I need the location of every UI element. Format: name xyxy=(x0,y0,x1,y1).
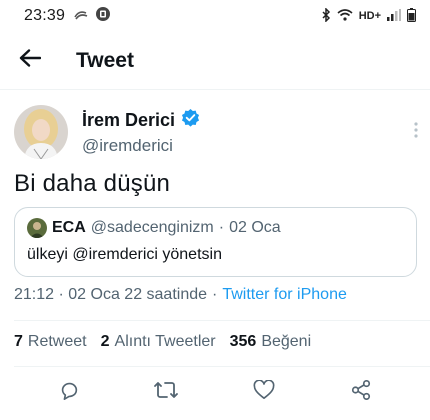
quoted-tweet-card[interactable]: ECA @sadecenginizm · 02 Oca ülkeyi @irem… xyxy=(14,207,417,277)
share-button[interactable] xyxy=(339,372,383,412)
timestamp-separator: · xyxy=(212,286,218,303)
header-bar: Tweet xyxy=(0,32,430,90)
cloud-icon xyxy=(73,7,89,25)
quotes-stat[interactable]: 2 Alıntı Tweetler xyxy=(101,333,216,351)
reply-button[interactable] xyxy=(47,372,91,412)
quotes-label: Alıntı Tweetler xyxy=(114,333,216,350)
status-time: 23:39 xyxy=(24,7,66,24)
quote-separator: · xyxy=(218,219,225,236)
source-link[interactable]: Twitter for iPhone xyxy=(222,286,347,304)
bluetooth-icon xyxy=(321,6,331,25)
quote-text: ülkeyi @iremderici yönetsin xyxy=(27,246,222,263)
arrow-left-icon xyxy=(19,49,42,72)
quote-header: ECA @sadecenginizm · 02 Oca xyxy=(27,218,404,238)
reply-icon xyxy=(58,379,80,406)
likes-count: 356 xyxy=(229,333,257,350)
quotes-count: 2 xyxy=(100,333,110,350)
author-name[interactable]: İrem Derici xyxy=(82,110,175,131)
tweet-timestamp: 21:12 · 02 Oca 22 saatinde · Twitter for… xyxy=(14,286,347,304)
retweets-stat[interactable]: 7 Retweet xyxy=(14,333,87,351)
battery-icon xyxy=(407,7,416,25)
retweets-count: 7 xyxy=(14,333,23,350)
signal-icon xyxy=(387,8,401,24)
status-right-icons: HD+ xyxy=(321,6,416,25)
status-bar: 23:39 HD+ xyxy=(0,0,430,32)
page-title: Tweet xyxy=(76,48,134,72)
retweet-button[interactable] xyxy=(144,372,188,412)
retweet-icon xyxy=(154,379,179,406)
share-icon xyxy=(350,379,372,406)
tweet-author: İrem Derici @iremderici xyxy=(14,102,424,162)
author-text: İrem Derici @iremderici xyxy=(82,108,200,156)
author-handle[interactable]: @iremderici xyxy=(82,136,200,156)
quote-author-name: ECA xyxy=(52,219,86,236)
tweet-action-bar xyxy=(0,372,430,412)
divider xyxy=(14,320,430,321)
divider xyxy=(14,366,430,367)
like-button[interactable] xyxy=(242,372,286,412)
wifi-icon xyxy=(337,8,353,24)
timestamp-text: 21:12 · 02 Oca 22 saatinde xyxy=(14,286,208,303)
likes-stat[interactable]: 356 Beğeni xyxy=(230,333,312,351)
quote-author-handle: @sadecenginizm xyxy=(90,219,214,236)
tweet-text: Bi daha düşün xyxy=(14,170,171,197)
likes-label: Beğeni xyxy=(261,333,312,350)
author-name-row: İrem Derici xyxy=(82,108,200,132)
back-button[interactable] xyxy=(0,32,60,90)
quote-avatar xyxy=(27,218,47,238)
tweet-stats: 7 Retweet 2 Alıntı Tweetler 356 Beğeni xyxy=(14,333,311,351)
retweets-label: Retweet xyxy=(27,333,87,350)
quote-date: 02 Oca xyxy=(229,219,281,236)
avatar[interactable] xyxy=(14,105,68,159)
status-left-icons xyxy=(73,6,111,27)
verified-badge-icon xyxy=(181,108,200,132)
notification-badge-icon xyxy=(95,6,111,27)
network-label: HD+ xyxy=(358,10,381,22)
like-icon xyxy=(253,378,275,405)
more-vertical-icon xyxy=(414,121,418,143)
more-options-button[interactable] xyxy=(414,121,418,143)
